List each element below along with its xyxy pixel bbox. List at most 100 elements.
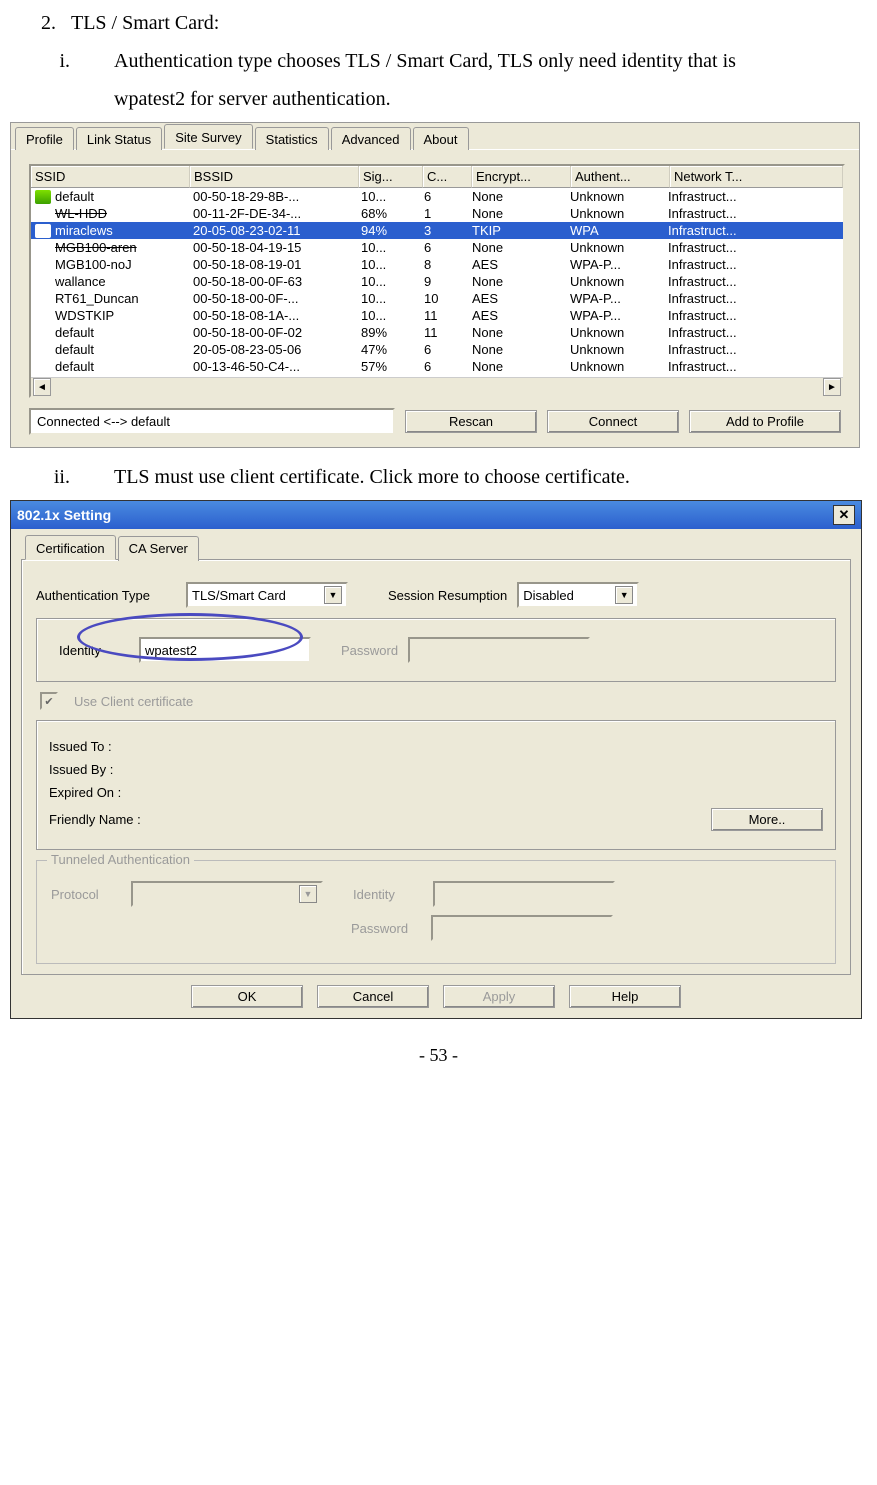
help-button[interactable]: Help xyxy=(569,985,681,1008)
network-row[interactable]: miraclews20-05-08-23-02-1194%3TKIPWPAInf… xyxy=(31,222,843,239)
tab-ca-server[interactable]: CA Server xyxy=(118,536,199,561)
signal-icon xyxy=(35,275,51,289)
cell: Unknown xyxy=(566,324,664,341)
cell: None xyxy=(468,188,566,205)
cell: Infrastruct... xyxy=(664,239,843,256)
cell: 6 xyxy=(420,341,468,358)
cell: 10... xyxy=(357,290,420,307)
dialog-titlebar: 802.1x Setting ✕ xyxy=(11,501,861,529)
cell: 68% xyxy=(357,205,420,222)
doc-sub-i: i. Authentication type chooses TLS / Sma… xyxy=(10,42,867,80)
cell: 00-50-18-29-8B-... xyxy=(189,188,357,205)
protocol-label: Protocol xyxy=(51,887,121,902)
cell: 6 xyxy=(420,358,468,375)
network-listview[interactable]: SSIDBSSIDSig...C...Encrypt...Authent...N… xyxy=(29,164,845,398)
identity-input[interactable]: wpatest2 xyxy=(139,637,311,663)
network-row[interactable]: wallance00-50-18-00-0F-6310...9NoneUnkno… xyxy=(31,273,843,290)
tab-link-status[interactable]: Link Status xyxy=(76,127,162,150)
auth-type-combo[interactable]: TLS/Smart Card ▼ xyxy=(186,582,348,608)
auth-type-label: Authentication Type xyxy=(36,588,176,603)
network-row[interactable]: MGB100-noJ00-50-18-08-19-0110...8AESWPA-… xyxy=(31,256,843,273)
rescan-button[interactable]: Rescan xyxy=(405,410,537,433)
connect-button[interactable]: Connect xyxy=(547,410,679,433)
cell: 10... xyxy=(357,307,420,324)
close-icon[interactable]: ✕ xyxy=(833,505,855,525)
cell: 20-05-08-23-05-06 xyxy=(189,341,357,358)
list-number: 2. xyxy=(28,4,56,42)
column-header[interactable]: Encrypt... xyxy=(472,166,571,188)
network-row[interactable]: MGB100-aren00-50-18-04-19-1510...6NoneUn… xyxy=(31,239,843,256)
add-to-profile-button[interactable]: Add to Profile xyxy=(689,410,841,433)
ssid-text: WDSTKIP xyxy=(55,308,114,323)
column-header[interactable]: Authent... xyxy=(571,166,670,188)
column-header[interactable]: C... xyxy=(423,166,472,188)
network-row[interactable]: WDSTKIP00-50-18-08-1A-...10...11AESWPA-P… xyxy=(31,307,843,324)
ssid-text: WL-HDD xyxy=(55,206,107,221)
cell: None xyxy=(468,205,566,222)
cell: 10 xyxy=(420,290,468,307)
cell: 00-11-2F-DE-34-... xyxy=(189,205,357,222)
tab-advanced[interactable]: Advanced xyxy=(331,127,411,150)
cell: Unknown xyxy=(566,358,664,375)
cell: 00-50-18-00-0F-... xyxy=(189,290,357,307)
ssid-text: RT61_Duncan xyxy=(55,291,139,306)
cell: Infrastruct... xyxy=(664,290,843,307)
page-number: - 53 - xyxy=(10,1045,867,1066)
column-header[interactable]: Sig... xyxy=(359,166,423,188)
tab-site-survey[interactable]: Site Survey xyxy=(164,124,252,149)
network-row[interactable]: RT61_Duncan 00-50-18-00-0F-...10...10AESW… xyxy=(31,290,843,307)
session-value: Disabled xyxy=(523,588,574,603)
cell: 00-13-46-50-C4-... xyxy=(189,358,357,375)
cell: 00-50-18-00-0F-63 xyxy=(189,273,357,290)
tab-about[interactable]: About xyxy=(413,127,469,150)
cell: 6 xyxy=(420,188,468,205)
cell: 57% xyxy=(357,358,420,375)
issued-to-label: Issued To : xyxy=(49,739,112,754)
main-tabstrip: ProfileLink StatusSite SurveyStatisticsA… xyxy=(11,123,859,150)
cell: 3 xyxy=(420,222,468,239)
column-header[interactable]: BSSID xyxy=(190,166,359,188)
network-row[interactable]: default00-50-18-00-0F-0289%11NoneUnknown… xyxy=(31,324,843,341)
friendly-name-label: Friendly Name : xyxy=(49,812,141,827)
sub-i-line2: wpatest2 for server authentication. xyxy=(114,80,867,118)
cancel-button[interactable]: Cancel xyxy=(317,985,429,1008)
listview-header: SSIDBSSIDSig...C...Encrypt...Authent...N… xyxy=(31,166,843,188)
session-resumption-combo[interactable]: Disabled ▼ xyxy=(517,582,639,608)
tab-statistics[interactable]: Statistics xyxy=(255,127,329,150)
network-row[interactable]: default20-05-08-23-05-0647%6NoneUnknownI… xyxy=(31,341,843,358)
ssid-text: wallance xyxy=(55,274,106,289)
chevron-down-icon[interactable]: ▼ xyxy=(324,586,342,604)
network-row[interactable]: WL-HDD00-11-2F-DE-34-...68%1NoneUnknownI… xyxy=(31,205,843,222)
scroll-right-icon[interactable]: ► xyxy=(823,378,841,396)
more-button[interactable]: More.. xyxy=(711,808,823,831)
ssid-text: MGB100-aren xyxy=(55,240,137,255)
doc-item-2: 2. TLS / Smart Card: xyxy=(10,4,867,42)
cell: 6 xyxy=(420,239,468,256)
protocol-combo: ▼ xyxy=(131,881,323,907)
cell: Infrastruct... xyxy=(664,188,843,205)
cell: 10... xyxy=(357,239,420,256)
cell: 10... xyxy=(357,273,420,290)
cell: None xyxy=(468,358,566,375)
horizontal-scrollbar[interactable]: ◄ ► xyxy=(31,377,843,396)
cell: Infrastruct... xyxy=(664,324,843,341)
cell: 00-50-18-08-1A-... xyxy=(189,307,357,324)
network-row[interactable]: default00-13-46-50-C4-...57%6NoneUnknown… xyxy=(31,358,843,375)
cell: WPA-P... xyxy=(566,290,664,307)
cell: 9 xyxy=(420,273,468,290)
ok-button[interactable]: OK xyxy=(191,985,303,1008)
scroll-left-icon[interactable]: ◄ xyxy=(33,378,51,396)
network-row[interactable]: default00-50-18-29-8B-...10...6NoneUnkno… xyxy=(31,188,843,205)
tab-profile[interactable]: Profile xyxy=(15,127,74,150)
doc-sub-ii: ii. TLS must use client certificate. Cli… xyxy=(10,458,867,496)
dialog-tabstrip: CertificationCA Server xyxy=(25,535,851,560)
site-survey-window: ProfileLink StatusSite SurveyStatisticsA… xyxy=(10,122,860,448)
column-header[interactable]: SSID xyxy=(31,166,190,188)
column-header[interactable]: Network T... xyxy=(670,166,843,188)
chevron-down-icon[interactable]: ▼ xyxy=(615,586,633,604)
dialog-title: 802.1x Setting xyxy=(17,507,111,523)
tab-certification[interactable]: Certification xyxy=(25,535,116,560)
cell: 1 xyxy=(420,205,468,222)
roman-i: i. xyxy=(40,42,70,80)
cell: AES xyxy=(468,290,566,307)
